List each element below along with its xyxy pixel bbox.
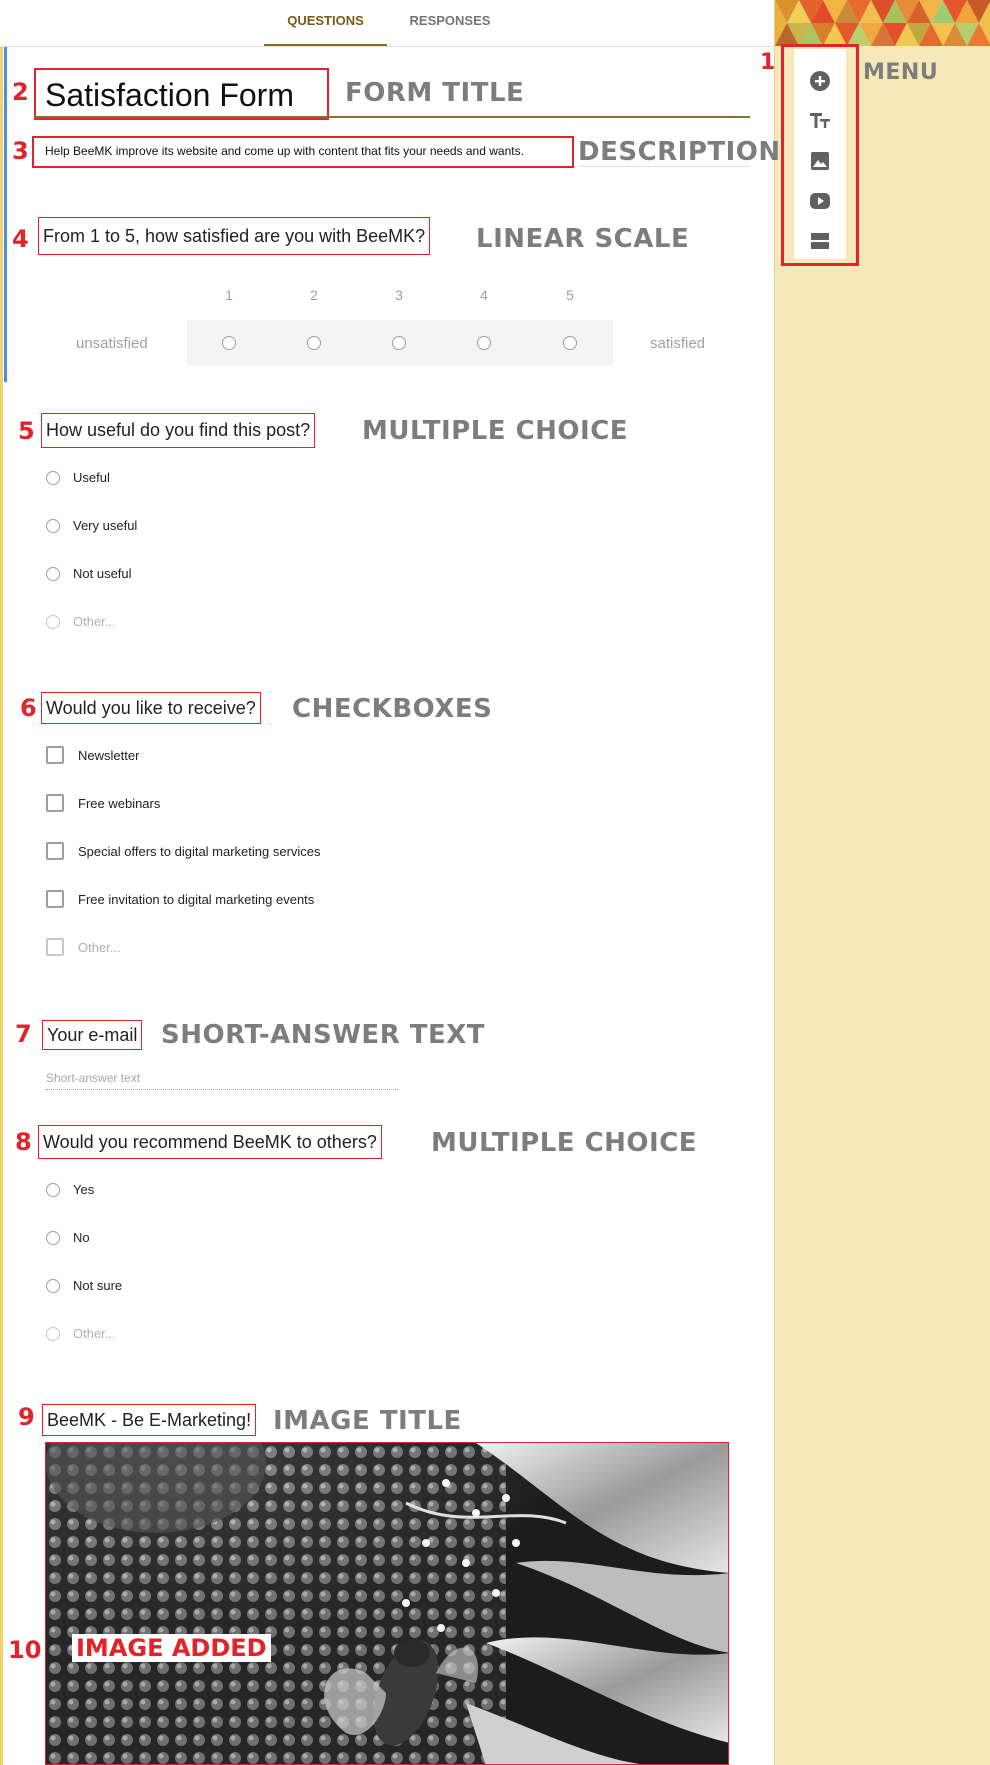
- usefulness-radio[interactable]: [46, 567, 60, 581]
- recommend-question[interactable]: Would you recommend BeeMK to others?: [38, 1125, 382, 1159]
- email-input-underline: [46, 1089, 398, 1090]
- usefulness-option: Useful: [73, 470, 110, 485]
- receive-option-other[interactable]: Other...: [78, 940, 121, 955]
- annotation-number-2: 2: [12, 78, 29, 106]
- usefulness-radio[interactable]: [46, 471, 60, 485]
- recommend-option: Yes: [73, 1182, 95, 1197]
- email-type-label: SHORT-ANSWER TEXT: [161, 1020, 486, 1050]
- image-title[interactable]: BeeMK - Be E-Marketing!: [42, 1404, 257, 1436]
- usefulness-radio-other[interactable]: [46, 615, 60, 629]
- annotation-number-5: 5: [18, 417, 35, 445]
- form-title-underline: [34, 116, 750, 118]
- image-added-label: IMAGE ADDED: [72, 1634, 271, 1662]
- add-section-icon[interactable]: [808, 229, 832, 253]
- usefulness-type-label: MULTIPLE CHOICE: [362, 416, 629, 446]
- description-label: DESCRIPTION: [578, 137, 781, 167]
- scale-number: 4: [480, 287, 488, 303]
- active-card-accent: [4, 47, 7, 382]
- recommend-type-label: MULTIPLE CHOICE: [431, 1128, 698, 1158]
- left-edge-stripe: [0, 0, 3, 1765]
- annotation-number-3: 3: [12, 137, 29, 165]
- usefulness-question[interactable]: How useful do you find this post?: [41, 413, 316, 448]
- recommend-option-other[interactable]: Other...: [73, 1326, 116, 1341]
- annotation-number-6: 6: [20, 694, 37, 722]
- receive-checkbox-other[interactable]: [46, 938, 64, 956]
- annotation-number-7: 7: [15, 1020, 32, 1048]
- scale-radio-1[interactable]: [222, 336, 236, 350]
- annotation-number-9: 9: [18, 1403, 35, 1431]
- annotation-number-4: 4: [12, 225, 29, 253]
- description-underline: [578, 166, 750, 167]
- menu-label: MENU: [863, 60, 939, 85]
- add-video-icon[interactable]: [808, 189, 832, 213]
- tab-bar: QUESTIONS RESPONSES: [0, 0, 774, 47]
- scale-number: 5: [566, 287, 574, 303]
- recommend-radio[interactable]: [46, 1231, 60, 1245]
- receive-option: Free invitation to digital marketing eve…: [78, 892, 315, 907]
- receive-type-label: CHECKBOXES: [292, 694, 493, 724]
- receive-option: Special offers to digital marketing serv…: [78, 844, 321, 859]
- receive-checkbox[interactable]: [46, 842, 64, 860]
- recommend-radio[interactable]: [46, 1279, 60, 1293]
- annotation-number-8: 8: [15, 1128, 32, 1156]
- add-question-icon[interactable]: [808, 69, 832, 93]
- recommend-option: Not sure: [73, 1278, 123, 1293]
- receive-checkbox[interactable]: [46, 890, 64, 908]
- right-panel: MENU: [774, 0, 990, 1765]
- menu-toolbar: [781, 44, 859, 266]
- usefulness-option-other[interactable]: Other...: [73, 614, 116, 629]
- annotation-number-10: 10: [8, 1636, 42, 1664]
- scale-radio-2[interactable]: [307, 336, 321, 350]
- add-image-icon[interactable]: [808, 149, 832, 173]
- usefulness-option: Very useful: [73, 518, 138, 533]
- scale-number: 1: [225, 287, 233, 303]
- scale-number: 3: [395, 287, 403, 303]
- recommend-radio[interactable]: [46, 1183, 60, 1197]
- scale-high-label: satisfied: [650, 335, 706, 352]
- scale-radio-3[interactable]: [392, 336, 406, 350]
- recommend-radio-other[interactable]: [46, 1327, 60, 1341]
- receive-option: Newsletter: [78, 748, 140, 763]
- added-image[interactable]: [45, 1442, 729, 1765]
- sunflower-bee-photo: [46, 1443, 728, 1764]
- tab-questions[interactable]: QUESTIONS: [264, 0, 387, 46]
- form-title-label: FORM TITLE: [345, 78, 525, 108]
- add-title-icon[interactable]: [808, 109, 832, 133]
- scale-number: 2: [310, 287, 318, 303]
- scale-radio-5[interactable]: [563, 336, 577, 350]
- email-question[interactable]: Your e-mail: [42, 1020, 143, 1050]
- pattern-header: [775, 0, 990, 46]
- menu-toolbar-inner: [794, 49, 846, 259]
- linear-scale-label: LINEAR SCALE: [476, 224, 690, 254]
- form-description[interactable]: Help BeeMK improve its website and come …: [45, 144, 524, 158]
- receive-checkbox[interactable]: [46, 794, 64, 812]
- linear-scale-question[interactable]: From 1 to 5, how satisfied are you with …: [38, 217, 431, 255]
- receive-option: Free webinars: [78, 796, 161, 811]
- usefulness-option: Not useful: [73, 566, 132, 581]
- tab-responses[interactable]: RESPONSES: [398, 0, 502, 46]
- receive-question[interactable]: Would you like to receive?: [41, 692, 261, 724]
- image-title-label: IMAGE TITLE: [273, 1406, 462, 1436]
- scale-radio-4[interactable]: [477, 336, 491, 350]
- email-input[interactable]: Short-answer text: [46, 1071, 140, 1085]
- receive-checkbox[interactable]: [46, 746, 64, 764]
- recommend-option: No: [73, 1230, 90, 1245]
- usefulness-radio[interactable]: [46, 519, 60, 533]
- scale-low-label: unsatisfied: [76, 335, 148, 352]
- form-title[interactable]: Satisfaction Form: [45, 77, 294, 114]
- annotation-number-1: 1: [760, 50, 776, 75]
